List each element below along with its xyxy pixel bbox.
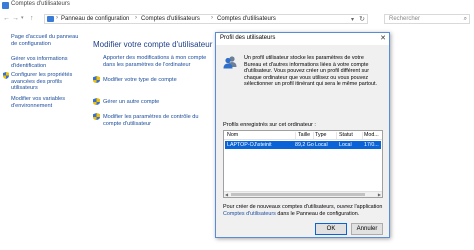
window-title: Comptes d'utilisateurs bbox=[11, 1, 70, 7]
column-divider[interactable] bbox=[336, 132, 337, 139]
dialog-title: Profil des utilisateurs bbox=[220, 35, 276, 41]
dialog-titlebar[interactable]: Profil des utilisateurs ✕ bbox=[216, 33, 389, 45]
column-header-status[interactable]: Statut bbox=[339, 132, 353, 138]
admin-shield-icon bbox=[3, 72, 9, 79]
dialog-footer-text: Pour créer de nouveaux comptes d'utilisa… bbox=[223, 204, 383, 217]
navigation-bar: ← → ▾ ↑ › Panneau de configuration › Com… bbox=[0, 12, 474, 26]
page-title: Modifier votre compte d'utilisateur bbox=[93, 40, 213, 49]
search-placeholder: Rechercher bbox=[389, 16, 421, 22]
user-accounts-link[interactable]: Comptes d'utilisateurs bbox=[223, 211, 276, 217]
change-account-type-link[interactable]: Modifier votre type de compte bbox=[103, 77, 177, 84]
dialog-description: Un profil utilisateur stocke les paramèt… bbox=[244, 55, 378, 88]
footer-tail: dans le Panneau de configuration. bbox=[277, 210, 360, 217]
user-profiles-dialog: Profil des utilisateurs ✕ Un profil util… bbox=[215, 32, 390, 238]
control-panel-icon bbox=[2, 2, 9, 9]
breadcrumb-user-accounts-current[interactable]: Comptes d'utilisateurs bbox=[217, 16, 276, 22]
back-arrow-icon[interactable]: ← bbox=[3, 14, 10, 23]
breadcrumb-control-panel[interactable]: Panneau de configuration bbox=[61, 16, 129, 22]
admin-shield-icon bbox=[93, 113, 100, 120]
column-divider[interactable] bbox=[362, 132, 363, 139]
admin-shield-icon bbox=[93, 98, 100, 105]
profiles-table[interactable]: Nom Taille Type Statut Mod... LAPTOP-OJ\… bbox=[223, 130, 383, 198]
ok-button[interactable]: OK bbox=[315, 223, 347, 235]
column-header-type[interactable]: Type bbox=[315, 132, 326, 138]
admin-shield-icon bbox=[93, 76, 100, 83]
close-icon[interactable]: ✕ bbox=[380, 34, 386, 42]
profiles-list-label: Profils enregistrés sur cet ordinateur : bbox=[223, 122, 316, 128]
cancel-button[interactable]: Annuler bbox=[351, 223, 383, 235]
scroll-left-icon[interactable]: ◀ bbox=[225, 192, 228, 197]
address-dropdown-icon[interactable]: ▾ bbox=[351, 16, 354, 23]
horizontal-scrollbar[interactable]: ◀ ▶ bbox=[224, 191, 382, 197]
cell-name: LAPTOP-OJ\steinit bbox=[227, 142, 272, 148]
breadcrumb-user-accounts[interactable]: Comptes d'utilisateurs bbox=[141, 16, 200, 22]
forward-arrow-icon[interactable]: → bbox=[12, 14, 19, 23]
column-header-name[interactable]: Nom bbox=[227, 132, 238, 138]
search-icon[interactable]: ⌕ bbox=[464, 15, 467, 23]
cell-size: 89,2 Go bbox=[295, 142, 314, 148]
users-icon bbox=[223, 56, 237, 69]
column-header-size[interactable]: Taille bbox=[298, 132, 310, 138]
recent-pages-icon[interactable]: ▾ bbox=[21, 14, 24, 23]
cell-status: Local bbox=[339, 142, 352, 148]
breadcrumb-separator-icon[interactable]: › bbox=[211, 15, 213, 21]
manage-another-account-link[interactable]: Gérer un autre compte bbox=[103, 99, 159, 106]
breadcrumb-separator-icon[interactable]: › bbox=[135, 15, 137, 21]
column-divider[interactable] bbox=[295, 132, 296, 139]
sidebar-item-credentials[interactable]: Gérer vos informations d'identification bbox=[11, 56, 81, 69]
sidebar-item-advanced-profile-properties[interactable]: Configurer les propriétés avancées des p… bbox=[11, 72, 83, 92]
window-titlebar: Comptes d'utilisateurs bbox=[0, 0, 474, 12]
sidebar-item-environment-variables[interactable]: Modifier vos variables d'environnement bbox=[11, 96, 83, 109]
up-arrow-icon[interactable]: ↑ bbox=[30, 14, 34, 23]
settings-account-link[interactable]: Apporter des modifications à mon compte … bbox=[103, 55, 213, 68]
sidebar: Page d'accueil du panneau de configurati… bbox=[0, 26, 88, 250]
cell-modified: 17/0... bbox=[364, 142, 379, 148]
control-panel-icon bbox=[47, 16, 54, 22]
scroll-right-icon[interactable]: ▶ bbox=[378, 192, 381, 197]
scrollbar-thumb[interactable] bbox=[231, 193, 365, 196]
uac-settings-link[interactable]: Modifier les paramètres de contrôle du c… bbox=[103, 114, 213, 127]
cell-type: Local bbox=[315, 142, 328, 148]
breadcrumb-separator-icon[interactable]: › bbox=[56, 15, 58, 21]
sidebar-item-control-panel-home[interactable]: Page d'accueil du panneau de configurati… bbox=[11, 34, 85, 47]
table-header: Nom Taille Type Statut Mod... bbox=[224, 131, 382, 140]
footer-text: Pour créer de nouveaux comptes d'utilisa… bbox=[223, 204, 383, 210]
column-divider[interactable] bbox=[313, 132, 314, 139]
column-header-modified[interactable]: Mod... bbox=[364, 132, 379, 138]
table-row[interactable]: LAPTOP-OJ\steinit 89,2 Go Local Local 17… bbox=[225, 141, 381, 149]
search-input[interactable]: Rechercher ⌕ bbox=[384, 14, 470, 24]
refresh-icon[interactable]: ↻ bbox=[359, 15, 365, 23]
address-bar[interactable]: › Panneau de configuration › Comptes d'u… bbox=[44, 14, 368, 24]
